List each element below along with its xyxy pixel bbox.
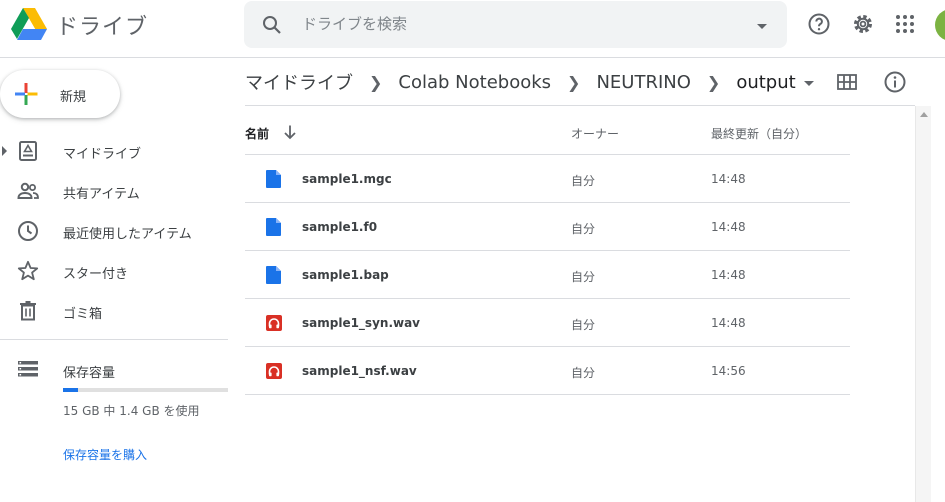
- storage-usage-text: 15 GB 中 1.4 GB を使用: [63, 404, 200, 418]
- vertical-scrollbar[interactable]: [915, 106, 931, 502]
- expand-caret-icon[interactable]: [2, 146, 7, 156]
- chevron-right-icon: ❯: [369, 72, 383, 92]
- sidebar-divider: [0, 339, 228, 340]
- sidebar-item-label: 共有アイテム: [63, 187, 140, 202]
- file-modified: 14:48: [711, 172, 746, 186]
- my-drive-icon: [19, 141, 37, 161]
- doc-file-icon: [266, 266, 281, 284]
- column-header-modified[interactable]: 最終更新（自分）: [711, 125, 807, 142]
- file-name: sample1.f0: [302, 220, 378, 234]
- folder-menu-chevron-down-icon[interactable]: [803, 80, 814, 86]
- buy-storage-link[interactable]: 保存容量を購入: [63, 446, 147, 463]
- clock-icon: [18, 221, 38, 241]
- sidebar-item-shared[interactable]: 共有アイテム: [0, 175, 230, 207]
- file-name: sample1_syn.wav: [302, 316, 421, 330]
- breadcrumb-neutrino[interactable]: NEUTRINO: [596, 72, 690, 93]
- search-options-icon[interactable]: [750, 14, 774, 38]
- storage-label[interactable]: 保存容量: [63, 362, 115, 381]
- storage-usage-fill: [63, 388, 79, 392]
- file-owner: 自分: [571, 174, 596, 188]
- file-owner: 自分: [571, 222, 596, 236]
- gear-icon[interactable]: [851, 12, 875, 36]
- file-modified: 14:48: [711, 316, 746, 330]
- new-button[interactable]: 新規: [0, 70, 120, 118]
- apps-grid-icon[interactable]: [893, 12, 917, 36]
- file-name: sample1_nsf.wav: [302, 364, 417, 378]
- file-name: sample1.mgc: [302, 172, 392, 186]
- file-owner: 自分: [571, 366, 596, 380]
- file-modified: 14:48: [711, 268, 746, 282]
- breadcrumb-output[interactable]: output: [736, 72, 795, 93]
- plus-icon: [15, 83, 38, 105]
- doc-file-icon: [266, 218, 281, 236]
- file-name: sample1.bap: [302, 268, 389, 282]
- search-box[interactable]: [244, 1, 787, 48]
- file-row[interactable]: sample1.f0 自分 14:48: [245, 203, 850, 251]
- sidebar-item-recent[interactable]: 最近使用したアイテム: [0, 215, 230, 247]
- storage-usage-bar: [63, 388, 228, 392]
- help-icon[interactable]: [807, 12, 831, 36]
- new-button-label: 新規: [60, 90, 87, 105]
- sidebar-item-label: マイドライブ: [63, 147, 142, 162]
- file-row[interactable]: sample1_syn.wav 自分 14:48: [245, 299, 850, 347]
- trash-icon: [20, 301, 36, 321]
- sidebar-item-my-drive[interactable]: マイドライブ: [0, 135, 230, 167]
- search-icon[interactable]: [260, 13, 284, 37]
- scroll-up-arrow-icon[interactable]: [920, 112, 928, 117]
- top-header: ドライブ: [0, 0, 945, 58]
- audio-file-icon: [266, 363, 282, 379]
- search-input[interactable]: [302, 7, 722, 41]
- shared-icon: [17, 182, 39, 199]
- sidebar-item-label: スター付き: [63, 267, 129, 282]
- file-modified: 14:48: [711, 220, 746, 234]
- file-row[interactable]: sample1.bap 自分 14:48: [245, 251, 850, 299]
- chevron-right-icon: ❯: [567, 72, 581, 92]
- file-list-header: 名前 オーナー 最終更新（自分）: [245, 106, 850, 155]
- chevron-right-icon: ❯: [706, 72, 721, 92]
- grid-view-icon[interactable]: [835, 70, 859, 94]
- file-row[interactable]: sample1.mgc 自分 14:48: [245, 155, 850, 203]
- file-owner: 自分: [571, 318, 596, 332]
- right-panel-edge: [931, 106, 945, 502]
- file-owner: 自分: [571, 270, 596, 284]
- sidebar-item-label: 最近使用したアイテム: [63, 227, 192, 242]
- column-header-name[interactable]: 名前: [245, 125, 269, 142]
- file-row[interactable]: sample1_nsf.wav 自分 14:56: [245, 347, 850, 395]
- sidebar-item-trash[interactable]: ゴミ箱: [0, 295, 230, 327]
- star-icon: [17, 260, 39, 281]
- sidebar-item-label: ゴミ箱: [63, 307, 103, 322]
- sidebar-item-starred[interactable]: スター付き: [0, 255, 230, 287]
- storage-icon: [18, 361, 38, 377]
- breadcrumb-colab-notebooks[interactable]: Colab Notebooks: [398, 72, 551, 93]
- app-name[interactable]: ドライブ: [56, 9, 148, 41]
- breadcrumb-my-drive[interactable]: マイドライブ: [245, 69, 353, 95]
- audio-file-icon: [266, 315, 282, 331]
- breadcrumb: マイドライブ ❯ Colab Notebooks ❯ NEUTRINO ❯ ou…: [245, 60, 814, 104]
- sort-arrow-down-icon[interactable]: [281, 123, 299, 141]
- drive-logo-icon[interactable]: [10, 6, 48, 42]
- column-header-owner[interactable]: オーナー: [571, 125, 619, 142]
- info-icon[interactable]: [883, 70, 907, 94]
- doc-file-icon: [266, 170, 281, 188]
- avatar[interactable]: [935, 9, 945, 41]
- file-modified: 14:56: [711, 364, 746, 378]
